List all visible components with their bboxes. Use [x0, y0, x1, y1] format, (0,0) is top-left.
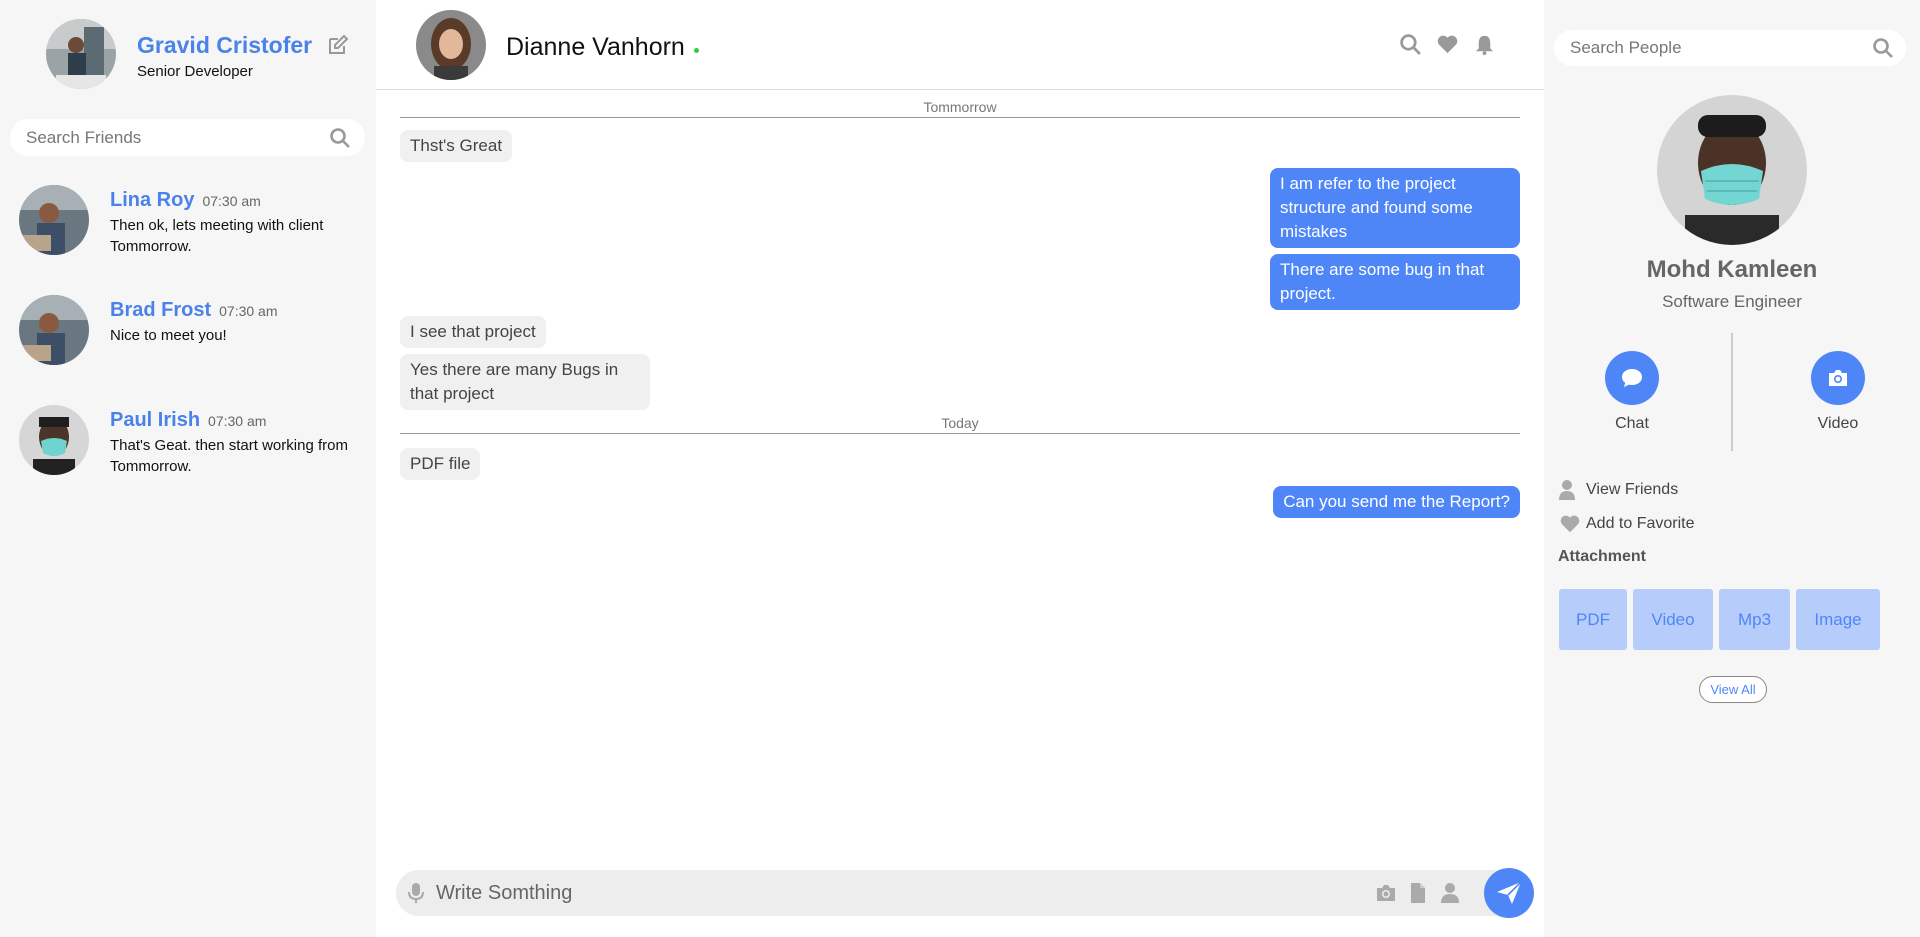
friend-last-message: Nice to meet you!: [110, 327, 227, 344]
friends-sidebar: Gravid Cristofer Senior Developer Search…: [0, 0, 376, 937]
friend-item[interactable]: Paul Irish 07:30 am That's Geat. then sta…: [18, 403, 368, 513]
edit-icon[interactable]: [326, 33, 350, 57]
bell-icon[interactable]: [1473, 33, 1496, 56]
user-icon: [1558, 479, 1580, 501]
friends-list: Lina Roy 07:30 am Then ok, lets meeting w…: [18, 183, 368, 513]
message-incoming: Yes there are many Bugs in that project: [400, 354, 650, 410]
camera-icon: [1829, 370, 1847, 386]
add-to-favorite-link[interactable]: Add to Favorite: [1558, 513, 1695, 535]
friend-time: 07:30 am: [202, 193, 261, 209]
video-action-circle: [1811, 351, 1865, 405]
message-outgoing: I am refer to the project structure and …: [1270, 168, 1520, 248]
attachment-mp3[interactable]: Mp3: [1719, 589, 1790, 650]
profile-role: Software Engineer: [1662, 292, 1802, 311]
friend-time: 07:30 am: [208, 413, 267, 429]
friend-last-message: That's Geat. then start working from Tom…: [110, 437, 348, 475]
chat-header: Dianne Vanhorn: [376, 0, 1544, 90]
contact-avatar[interactable]: [416, 10, 486, 80]
microphone-icon[interactable]: [406, 882, 426, 904]
friend-name-row: Brad Frost 07:30 am: [110, 299, 278, 322]
date-divider: Today: [400, 415, 1520, 434]
current-user-card: Gravid Cristofer Senior Developer: [46, 19, 366, 91]
user-icon[interactable]: [1438, 881, 1462, 905]
message-incoming: Thst's Great: [400, 130, 513, 162]
chat-bubble-icon: [1622, 369, 1642, 387]
friend-item[interactable]: Lina Roy 07:30 am Then ok, lets meeting w…: [18, 183, 368, 293]
current-user-name: Gravid Cristofer: [137, 32, 313, 58]
search-friends-input[interactable]: [26, 119, 293, 156]
send-icon: [1497, 881, 1522, 904]
view-all-button[interactable]: View All: [1699, 676, 1767, 703]
send-button[interactable]: [1484, 868, 1534, 918]
heart-icon: [1558, 513, 1580, 535]
contact-name: Dianne Vanhorn: [506, 33, 685, 61]
current-user-avatar[interactable]: [46, 19, 116, 89]
heart-icon[interactable]: [1436, 33, 1459, 56]
attachment-video[interactable]: Video: [1633, 589, 1713, 650]
friend-avatar: [19, 185, 89, 255]
add-to-favorite-label: Add to Favorite: [1586, 515, 1695, 532]
friend-time: 07:30 am: [219, 303, 278, 319]
message-incoming-file[interactable]: PDF file: [400, 448, 481, 480]
chat-panel: Dianne Vanhorn Tommorrow Thst's Great I …: [376, 0, 1544, 937]
search-people-box: [1554, 30, 1906, 66]
friend-name-row: Paul Irish 07:30 am: [110, 409, 266, 432]
message-outgoing: There are some bug in that project.: [1270, 254, 1520, 310]
message-composer: [396, 868, 1534, 918]
view-friends-link[interactable]: View Friends: [1558, 479, 1678, 501]
attachment-title: Attachment: [1558, 548, 1647, 565]
search-icon[interactable]: [1399, 33, 1422, 56]
friend-name: Paul Irish: [110, 409, 201, 431]
friend-item[interactable]: Brad Frost 07:30 am Nice to meet you!: [18, 293, 368, 403]
friend-avatar: [19, 295, 89, 365]
friend-last-message: Then ok, lets meeting with client Tommor…: [110, 217, 324, 255]
video-action-label: Video: [1817, 415, 1859, 432]
message-incoming: I see that project: [400, 316, 546, 348]
chat-action-label: Chat: [1615, 415, 1649, 432]
attachment-image[interactable]: Image: [1796, 589, 1880, 650]
action-divider: [1731, 333, 1733, 451]
profile-name: Mohd Kamleen: [1646, 256, 1818, 283]
search-friends-box: [10, 119, 365, 156]
composer-actions: [1374, 881, 1462, 905]
search-icon[interactable]: [1872, 37, 1894, 59]
search-people-input[interactable]: [1570, 30, 1834, 66]
contact-name-row: Dianne Vanhorn: [506, 33, 699, 62]
friend-name: Lina Roy: [110, 189, 195, 211]
friend-avatar: [19, 405, 89, 475]
date-divider: Tommorrow: [400, 99, 1520, 118]
chat-action-button[interactable]: Chat: [1592, 351, 1672, 433]
message-input[interactable]: [436, 870, 1336, 916]
friend-name-row: Lina Roy 07:30 am: [110, 189, 261, 212]
profile-panel: Mohd Kamleen Software Engineer Chat Vide…: [1544, 0, 1920, 937]
friend-name: Brad Frost: [110, 299, 212, 321]
chat-header-actions: [1399, 33, 1496, 56]
message-outgoing: Can you send me the Report?: [1273, 486, 1520, 518]
view-friends-label: View Friends: [1586, 481, 1679, 498]
camera-icon[interactable]: [1374, 881, 1398, 905]
current-user-role: Senior Developer: [137, 63, 253, 80]
attachment-list: PDF Video Mp3 Image: [1559, 589, 1880, 650]
video-action-button[interactable]: Video: [1798, 351, 1878, 433]
chat-action-circle: [1605, 351, 1659, 405]
attachment-pdf[interactable]: PDF: [1559, 589, 1627, 650]
search-icon[interactable]: [329, 127, 351, 149]
profile-avatar: [1657, 95, 1807, 245]
file-icon[interactable]: [1406, 881, 1430, 905]
online-status-dot: [693, 48, 699, 53]
